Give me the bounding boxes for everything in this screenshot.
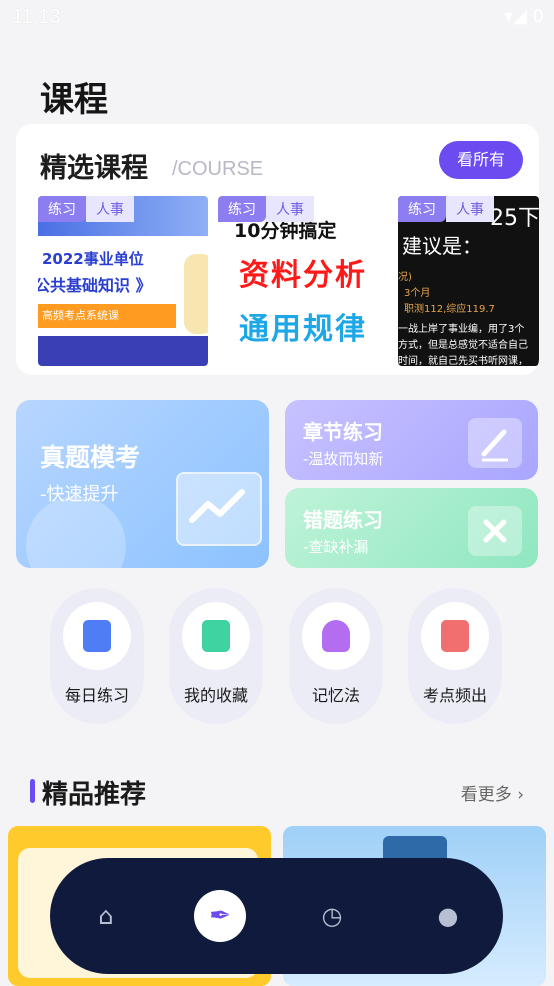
quick-label: 每日练习 xyxy=(64,686,129,705)
tag-type: 练习 xyxy=(38,196,86,222)
wrong-book-icon xyxy=(468,506,522,556)
course-thumbnail-list[interactable]: 2022事业单位 公共基础知识 》 高频考点系统课 练习 人事 10分钟搞定 资… xyxy=(38,196,539,366)
thumbnail-footer xyxy=(38,336,208,366)
profile-icon[interactable]: ● xyxy=(430,898,466,934)
featured-course-subtitle: /COURSE xyxy=(172,158,264,180)
tag-type: 练习 xyxy=(218,196,266,222)
wrong-question-title: 错题练习 xyxy=(303,508,383,532)
tag-category: 人事 xyxy=(266,196,314,222)
thumbnail-line: 通用规律 xyxy=(239,312,367,347)
daily-practice-button[interactable]: 每日练习 xyxy=(50,588,144,724)
section-accent-bar xyxy=(30,779,35,803)
thumbnail-line: 25下 xyxy=(490,206,539,231)
thumbnail-line: 公共基础知识 》 xyxy=(38,276,152,295)
thumbnail-line: 时间，就自己先买书听网课， xyxy=(398,356,528,366)
clock-icon[interactable]: ◷ xyxy=(314,898,350,934)
thumbnail-line: 一战上岸了事业编，用了3个 xyxy=(398,324,525,335)
thumbnail-line: 建议是： xyxy=(402,234,482,258)
quick-icon-circle xyxy=(63,602,131,670)
quick-label: 考点频出 xyxy=(422,686,487,705)
see-more-link[interactable]: 看更多 › xyxy=(461,780,524,805)
wrong-question-card[interactable]: 错题练习 -查缺补漏 xyxy=(285,488,538,568)
course-thumbnail[interactable]: 25下 建议是： 况) 3个月 职测112,综应119.7 一战上岸了事业编，用… xyxy=(398,196,539,366)
home-icon[interactable]: ⌂ xyxy=(88,898,124,934)
course-tag: 练习 人事 xyxy=(398,196,494,222)
chevron-right-icon: › xyxy=(517,785,524,805)
featured-course-card: 精选课程 /COURSE 看所有 2022事业单位 公共基础知识 》 高频考点系… xyxy=(16,124,539,375)
chart-board-icon xyxy=(176,472,262,546)
page-title: 课程 xyxy=(40,80,108,120)
thumbnail-line: 资料分析 xyxy=(239,258,367,293)
memory-method-button[interactable]: 记忆法 xyxy=(289,588,383,724)
see-all-button[interactable]: 看所有 xyxy=(439,141,523,179)
chapter-practice-title: 章节练习 xyxy=(303,420,383,444)
quick-icon-circle xyxy=(182,602,250,670)
thumbnail-line: 方式，但是总感觉不适合自己 xyxy=(398,340,528,351)
chapter-practice-subtitle: -温故而知新 xyxy=(303,450,384,468)
status-bar: 11:13 ▾◢ 0 xyxy=(0,0,554,36)
decor-circle xyxy=(26,496,126,568)
mock-exam-subtitle: -快速提升 xyxy=(40,484,119,505)
course-pen-icon[interactable]: ✒ xyxy=(194,890,246,942)
course-tag: 练习 人事 xyxy=(38,196,134,222)
my-favorites-button[interactable]: 我的收藏 xyxy=(169,588,263,724)
brain-head-icon xyxy=(322,620,350,652)
status-icons: ▾◢ 0 xyxy=(503,6,544,27)
course-tag: 练习 人事 xyxy=(218,196,314,222)
quick-label: 我的收藏 xyxy=(183,686,248,705)
mascot-image xyxy=(184,254,208,334)
quick-icon-circle xyxy=(421,602,489,670)
wrong-question-subtitle: -查缺补漏 xyxy=(303,538,369,556)
recommend-title: 精品推荐 xyxy=(42,780,147,810)
tag-category: 人事 xyxy=(446,196,494,222)
featured-course-title: 精选课程 xyxy=(40,153,148,184)
status-time: 11:13 xyxy=(12,6,61,28)
thumbnail-line: 况) xyxy=(398,272,412,283)
quick-icon-circle xyxy=(302,602,370,670)
thumbnail-line: 3个月 xyxy=(404,288,431,299)
tag-category: 人事 xyxy=(86,196,134,222)
course-thumbnail[interactable]: 2022事业单位 公共基础知识 》 高频考点系统课 练习 人事 xyxy=(38,196,208,366)
mock-exam-card[interactable]: 真题模考 -快速提升 xyxy=(16,400,269,568)
clipboard-icon xyxy=(83,620,111,652)
see-more-label: 看更多 xyxy=(460,785,512,805)
thumbnail-line: 2022事业单位 xyxy=(42,250,144,268)
frequent-points-button[interactable]: 考点频出 xyxy=(408,588,502,724)
quick-label: 记忆法 xyxy=(311,686,360,705)
pencil-note-icon xyxy=(468,418,522,468)
calendar-plus-icon xyxy=(441,620,469,652)
course-thumbnail[interactable]: 10分钟搞定 资料分析 通用规律 练习 人事 xyxy=(218,196,388,366)
thumbnail-line: 高频考点系统课 xyxy=(38,304,176,328)
thumbnail-line: 职测112,综应119.7 xyxy=(404,304,495,315)
bottom-nav: ⌂ ✒ ◷ ● xyxy=(50,858,503,974)
chapter-practice-card[interactable]: 章节练习 -温故而知新 xyxy=(285,400,538,480)
bookmark-book-icon xyxy=(202,620,230,652)
mock-exam-title: 真题模考 xyxy=(40,443,141,472)
tag-type: 练习 xyxy=(398,196,446,222)
